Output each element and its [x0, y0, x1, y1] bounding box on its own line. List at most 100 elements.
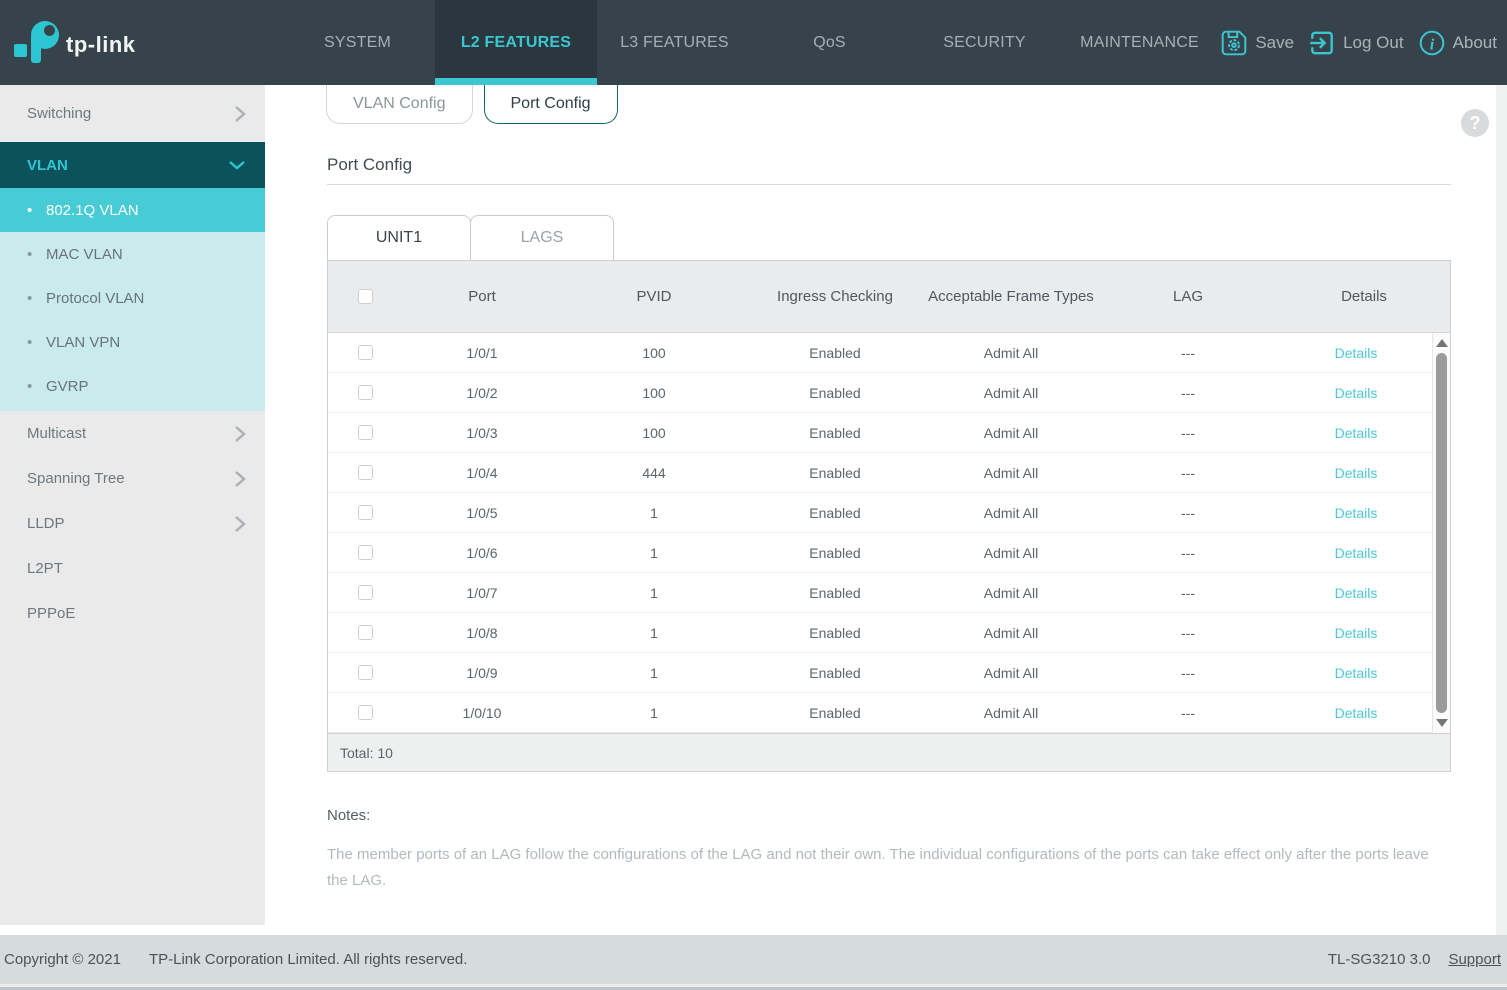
- details-link[interactable]: Details: [1335, 625, 1378, 641]
- bullet-icon: •: [27, 289, 33, 307]
- table-total-row: Total: 10: [328, 733, 1450, 771]
- table-row: 1/0/8 1 Enabled Admit All --- Details: [328, 613, 1450, 653]
- row-checkbox[interactable]: [357, 625, 373, 640]
- tab-lags[interactable]: LAGS: [470, 215, 614, 260]
- frame-cell: Admit All: [983, 384, 1039, 401]
- port-config-table: Port PVID Ingress Checking Acceptable Fr…: [327, 260, 1451, 772]
- pvid-cell: 1: [650, 624, 658, 641]
- sidebar-item-label: PPPoE: [27, 605, 76, 622]
- vlan-submenu: • 802.1Q VLAN • MAC VLAN • Protocol VLAN…: [0, 188, 265, 411]
- ingress-cell: Enabled: [809, 624, 861, 641]
- details-link[interactable]: Details: [1335, 505, 1378, 521]
- table-row: 1/0/6 1 Enabled Admit All --- Details: [328, 533, 1450, 573]
- row-checkbox[interactable]: [357, 465, 373, 480]
- row-checkbox[interactable]: [357, 505, 373, 520]
- nav-item-qos[interactable]: QoS: [752, 0, 907, 85]
- row-checkbox[interactable]: [357, 545, 373, 560]
- nav-item-l2-features[interactable]: L2 FEATURES: [435, 0, 597, 85]
- header-ingress-checking: Ingress Checking: [777, 288, 893, 305]
- about-button[interactable]: i About: [1418, 29, 1497, 57]
- save-icon: [1220, 29, 1248, 57]
- sidebar-item-vlan-vpn[interactable]: • VLAN VPN: [0, 320, 265, 364]
- details-link[interactable]: Details: [1335, 465, 1378, 481]
- details-link[interactable]: Details: [1335, 425, 1378, 441]
- tab-port-config[interactable]: Port Config: [483, 85, 618, 124]
- frame-cell: Admit All: [983, 544, 1039, 561]
- sidebar-item-spanning-tree[interactable]: Spanning Tree: [0, 456, 265, 501]
- svg-text:i: i: [1429, 36, 1434, 53]
- sidebar-item-lldp[interactable]: LLDP: [0, 501, 265, 546]
- tab-unit1[interactable]: UNIT1: [327, 215, 471, 260]
- nav-item-l3-features[interactable]: L3 FEATURES: [597, 0, 752, 85]
- details-link[interactable]: Details: [1335, 345, 1378, 361]
- table-row: 1/0/1 100 Enabled Admit All --- Details: [328, 333, 1450, 373]
- info-icon: i: [1418, 29, 1446, 57]
- port-cell: 1/0/2: [466, 384, 498, 401]
- pvid-cell: 100: [642, 384, 666, 401]
- main-content: VLAN Config Port Config ? Port Config UN…: [265, 85, 1496, 925]
- sidebar-item-mac-vlan[interactable]: • MAC VLAN: [0, 232, 265, 276]
- notes-body: The member ports of an LAG follow the co…: [327, 846, 1429, 889]
- sidebar-item-gvrp[interactable]: • GVRP: [0, 364, 265, 408]
- save-label: Save: [1255, 32, 1295, 52]
- sidebar-item-protocol-vlan[interactable]: • Protocol VLAN: [0, 276, 265, 320]
- help-icon[interactable]: ?: [1461, 109, 1489, 137]
- title-divider: [327, 184, 1451, 185]
- svg-text:tp-link: tp-link: [66, 32, 136, 57]
- sidebar-item-multicast[interactable]: Multicast: [0, 411, 265, 456]
- lag-cell: ---: [1181, 344, 1195, 361]
- table-header-row: Port PVID Ingress Checking Acceptable Fr…: [328, 261, 1450, 333]
- chevron-down-icon: [227, 158, 247, 172]
- logout-icon: [1308, 29, 1336, 57]
- sidebar-item-label: MAC VLAN: [46, 245, 123, 263]
- bullet-icon: •: [27, 377, 33, 395]
- scroll-down-icon[interactable]: [1436, 719, 1448, 727]
- sidebar-item-pppoe[interactable]: PPPoE: [0, 591, 265, 636]
- sidebar-item-label: 802.1Q VLAN: [46, 201, 139, 219]
- details-link[interactable]: Details: [1335, 585, 1378, 601]
- row-checkbox[interactable]: [357, 705, 373, 720]
- frame-cell: Admit All: [983, 504, 1039, 521]
- sidebar-item-vlan[interactable]: VLAN: [0, 142, 265, 188]
- table-row: 1/0/2 100 Enabled Admit All --- Details: [328, 373, 1450, 413]
- row-checkbox[interactable]: [357, 425, 373, 440]
- header-lag: LAG: [1172, 288, 1203, 305]
- port-cell: 1/0/7: [466, 584, 498, 601]
- logout-button[interactable]: Log Out: [1308, 29, 1404, 57]
- nav-item-security[interactable]: SECURITY: [907, 0, 1062, 85]
- ingress-cell: Enabled: [809, 424, 861, 441]
- tab-vlan-config[interactable]: VLAN Config: [326, 85, 473, 124]
- table-body: 1/0/1 100 Enabled Admit All --- Details …: [328, 333, 1450, 733]
- notes-section: Notes: The member ports of an LAG follow…: [327, 807, 1445, 894]
- sidebar-item-switching[interactable]: Switching: [0, 85, 265, 142]
- pvid-cell: 1: [650, 704, 658, 721]
- nav-item-system[interactable]: SYSTEM: [280, 0, 435, 85]
- total-count: Total: 10: [340, 744, 393, 761]
- header-acceptable-frame-types: Acceptable Frame Types: [928, 287, 1094, 305]
- nav-item-maintenance[interactable]: MAINTENANCE: [1062, 0, 1217, 85]
- port-cell: 1/0/1: [466, 344, 498, 361]
- header-pvid: PVID: [636, 288, 672, 305]
- about-label: About: [1452, 32, 1497, 52]
- scrollbar-thumb[interactable]: [1436, 353, 1447, 713]
- row-checkbox[interactable]: [357, 345, 373, 360]
- details-link[interactable]: Details: [1335, 705, 1378, 721]
- details-link[interactable]: Details: [1335, 545, 1378, 561]
- pvid-cell: 100: [642, 424, 666, 441]
- footer-company: TP-Link Corporation Limited. All rights …: [148, 951, 468, 968]
- lag-cell: ---: [1181, 584, 1195, 601]
- sidebar-item-8021q-vlan[interactable]: • 802.1Q VLAN: [0, 188, 265, 232]
- details-link[interactable]: Details: [1335, 385, 1378, 401]
- top-navigation-bar: tp-link SYSTEM L2 FEATURES L3 FEATURES Q…: [0, 0, 1507, 85]
- support-link[interactable]: Support: [1448, 951, 1501, 968]
- lag-cell: ---: [1181, 664, 1195, 681]
- scroll-up-icon[interactable]: [1436, 339, 1448, 347]
- row-checkbox[interactable]: [357, 585, 373, 600]
- sidebar-item-l2pt[interactable]: L2PT: [0, 546, 265, 591]
- table-scrollbar[interactable]: [1432, 333, 1450, 733]
- row-checkbox[interactable]: [357, 665, 373, 680]
- details-link[interactable]: Details: [1335, 665, 1378, 681]
- save-button[interactable]: Save: [1220, 29, 1294, 57]
- row-checkbox[interactable]: [357, 385, 373, 400]
- select-all-checkbox[interactable]: [357, 289, 373, 304]
